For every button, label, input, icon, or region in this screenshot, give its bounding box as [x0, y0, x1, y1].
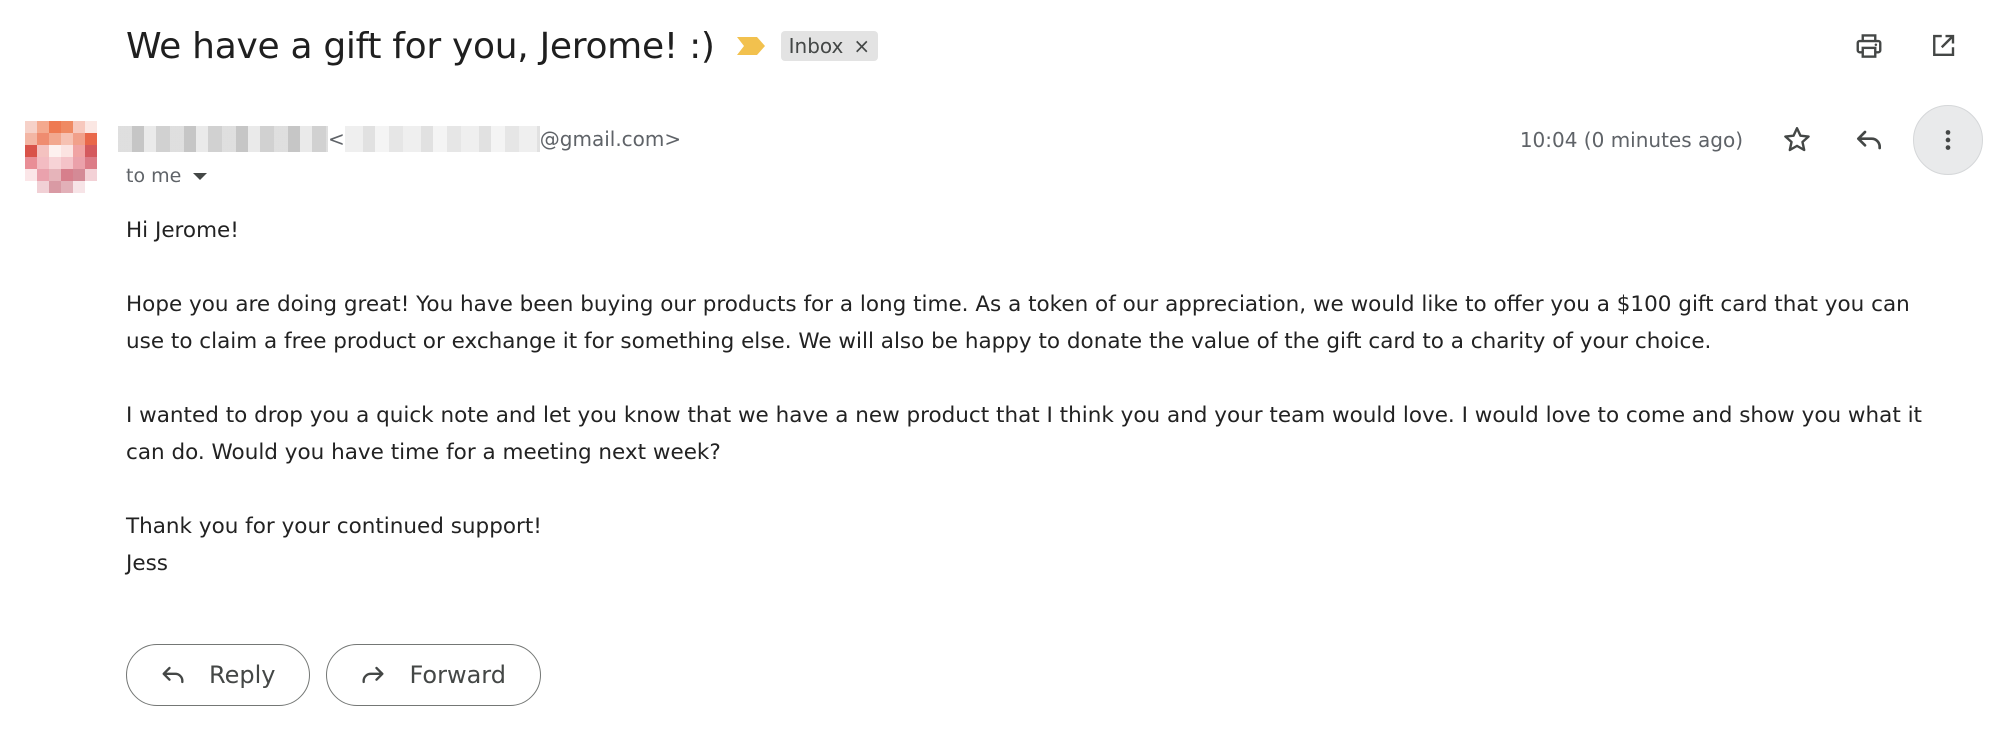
print-button[interactable]	[1847, 24, 1891, 68]
open-in-new-window-icon	[1933, 34, 1955, 56]
more-vertical-icon	[1945, 130, 1951, 150]
star-button[interactable]	[1769, 112, 1825, 168]
reply-pill-label: Reply	[209, 661, 276, 689]
message-meta: 10:04 (0 minutes ago)	[1520, 104, 1983, 176]
sender-email-redacted	[344, 126, 540, 152]
recipient-details-toggle[interactable]: to me	[126, 162, 208, 190]
chevron-down-icon	[193, 172, 208, 180]
sender-email-domain: @gmail.com>	[539, 127, 682, 151]
sender-line: < @gmail.com>	[118, 122, 681, 156]
message-footer-actions: Reply Forward	[126, 644, 541, 706]
message-timestamp: 10:04 (0 minutes ago)	[1519, 128, 1743, 152]
body-paragraph-2: I wanted to drop you a quick note and le…	[126, 403, 1922, 465]
body-signature: Jess	[126, 551, 168, 576]
star-icon	[1784, 127, 1810, 152]
label-chip-text: Inbox	[788, 34, 844, 58]
message-body: Hi Jerome! Hope you are doing great! You…	[126, 212, 1926, 582]
reply-pill-button[interactable]: Reply	[126, 644, 311, 706]
reply-icon	[1857, 130, 1881, 150]
more-options-button[interactable]	[1913, 105, 1983, 175]
print-icon	[1856, 34, 1882, 58]
body-paragraph-1: Hope you are doing great! You have been …	[126, 292, 1910, 354]
reply-icon	[162, 666, 184, 684]
open-in-new-window-button[interactable]	[1921, 24, 1965, 68]
body-greeting: Hi Jerome!	[126, 218, 239, 243]
sender-email-open: <	[328, 127, 345, 151]
subject-row: We have a gift for you, Jerome! :) Inbox…	[126, 18, 879, 74]
importance-marker-icon[interactable]	[735, 35, 767, 57]
reply-button[interactable]	[1841, 112, 1897, 168]
email-subject: We have a gift for you, Jerome! :)	[126, 25, 715, 67]
forward-icon	[362, 666, 384, 684]
body-closing: Thank you for your continued support!	[126, 514, 542, 539]
sender-name-redacted	[118, 126, 328, 152]
forward-pill-button[interactable]: Forward	[326, 644, 541, 706]
remove-label-button[interactable]: ×	[853, 34, 870, 58]
inbox-label-chip[interactable]: Inbox ×	[780, 31, 879, 61]
thread-actions	[1847, 24, 1965, 68]
sender-avatar[interactable]	[25, 121, 97, 193]
forward-pill-label: Forward	[409, 661, 506, 689]
recipient-text: to me	[126, 165, 182, 187]
